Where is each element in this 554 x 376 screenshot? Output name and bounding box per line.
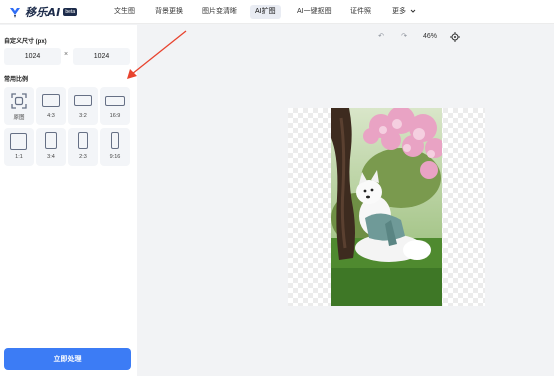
ratio-3-4-icon	[45, 132, 57, 149]
ratio-1-1-icon	[10, 133, 27, 150]
ratio-label: 2:3	[79, 154, 87, 160]
ratio-label: 3:2	[79, 113, 87, 119]
ratio-label: 原图	[13, 115, 25, 121]
source-photo	[331, 108, 442, 306]
ratio-16-9-icon	[105, 96, 125, 106]
original-size-icon	[11, 93, 27, 109]
logo-icon	[10, 8, 20, 18]
ratio-section-label: 常用比例	[4, 77, 29, 83]
redo-icon[interactable]: ↷	[399, 31, 409, 43]
ratio-label: 9:16	[109, 154, 121, 160]
undo-icon[interactable]: ↶	[376, 31, 386, 43]
ratio-9-16-icon	[111, 132, 119, 149]
zoom-level: 46%	[422, 33, 437, 40]
nav-image-enhance[interactable]: 图片变清晰	[197, 5, 242, 19]
ratio-label: 4:3	[47, 113, 55, 119]
ratio-4-3[interactable]: 4:3	[36, 87, 66, 125]
app-logo[interactable]: 移乐AI beta	[8, 4, 78, 20]
ratio-label: 3:4	[47, 154, 55, 160]
process-now-button[interactable]: 立即处理	[4, 348, 131, 370]
nav-more-label: 更多	[392, 8, 406, 15]
nav-ai-expand[interactable]: AI扩图	[250, 5, 281, 19]
custom-size-label: 自定义尺寸 (px)	[4, 39, 47, 45]
ratio-original[interactable]: 原图	[4, 87, 34, 125]
ratio-2-3-icon	[78, 132, 88, 149]
size-separator: ×	[64, 51, 69, 58]
ratio-label: 16:9	[109, 113, 121, 119]
ratio-4-3-icon	[42, 94, 60, 107]
ratio-16-9[interactable]: 16:9	[100, 87, 130, 125]
top-bar: 移乐AI beta 文生图 背景更换 图片变清晰 AI扩图 AI一键抠图 证件照…	[0, 0, 554, 24]
width-input[interactable]	[4, 48, 61, 65]
chevron-down-icon	[410, 9, 416, 13]
nav-more[interactable]: 更多	[387, 5, 421, 19]
nav-id-photo[interactable]: 证件照	[345, 5, 376, 19]
ratio-3-2[interactable]: 3:2	[68, 87, 98, 125]
ratio-2-3[interactable]: 2:3	[68, 128, 98, 166]
ratio-9-16[interactable]: 9:16	[100, 128, 130, 166]
ratio-3-4[interactable]: 3:4	[36, 128, 66, 166]
ratio-3-2-icon	[74, 95, 92, 106]
ratio-label: 1:1	[15, 154, 23, 160]
logo-text: 移乐AI	[25, 6, 61, 19]
logo-badge: beta	[63, 8, 78, 16]
height-input[interactable]	[73, 48, 130, 65]
ratio-1-1[interactable]: 1:1	[4, 128, 34, 166]
nav-ai-cutout[interactable]: AI一键抠图	[292, 5, 337, 19]
nav-background-replace[interactable]: 背景更换	[150, 5, 188, 19]
crosshair-fit-icon[interactable]	[450, 32, 460, 42]
nav-text-to-image[interactable]: 文生图	[109, 5, 140, 19]
